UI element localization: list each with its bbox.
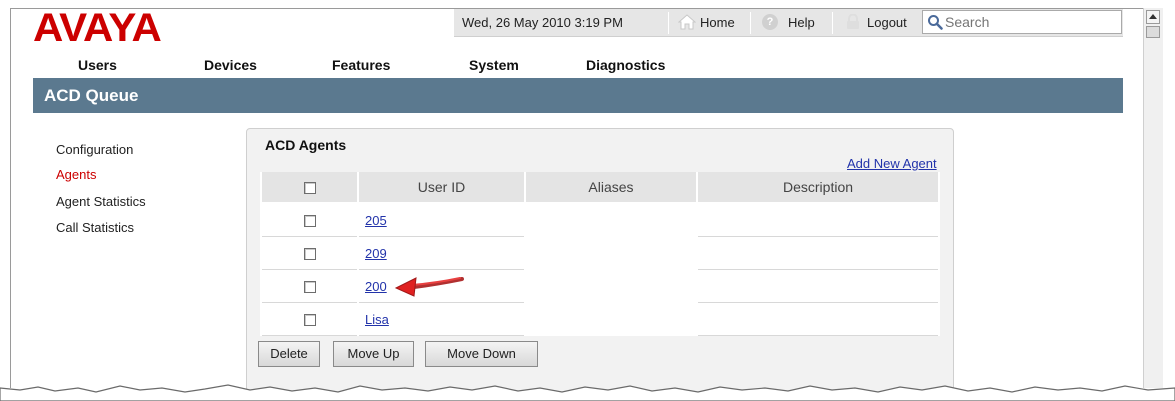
divider: [668, 12, 669, 34]
move-up-button[interactable]: Move Up: [333, 341, 414, 367]
row-checkbox[interactable]: [303, 314, 316, 327]
column-header-description: Description: [698, 172, 938, 204]
delete-button[interactable]: Delete: [258, 341, 320, 367]
nav-diagnostics[interactable]: Diagnostics: [586, 57, 665, 73]
aliases-cell: [526, 237, 696, 270]
nav-devices[interactable]: Devices: [204, 57, 257, 73]
left-menu-configuration[interactable]: Configuration: [56, 142, 133, 157]
aliases-cell: [526, 270, 696, 303]
panel-title: ACD Agents: [265, 137, 347, 153]
move-down-button[interactable]: Move Down: [425, 341, 538, 367]
nav-features[interactable]: Features: [332, 57, 390, 73]
user-id-link[interactable]: 205: [365, 213, 387, 228]
user-id-link[interactable]: 200: [365, 279, 387, 294]
home-link[interactable]: Home: [700, 9, 735, 37]
select-all-header[interactable]: [262, 172, 357, 204]
vertical-scrollbar[interactable]: [1143, 8, 1163, 388]
user-id-cell: 209: [359, 237, 524, 270]
row-select-cell[interactable]: [262, 270, 357, 303]
description-cell: [698, 303, 938, 336]
help-link[interactable]: Help: [788, 9, 815, 37]
row-select-cell[interactable]: [262, 303, 357, 336]
description-cell: [698, 204, 938, 237]
row-checkbox[interactable]: [303, 215, 316, 228]
column-header-aliases: Aliases: [526, 172, 696, 204]
nav-users[interactable]: Users: [78, 57, 117, 73]
nav-system[interactable]: System: [469, 57, 519, 73]
current-datetime: Wed, 26 May 2010 3:19 PM: [462, 15, 623, 30]
select-all-checkbox[interactable]: [303, 182, 316, 195]
user-id-cell: Lisa: [359, 303, 524, 336]
home-icon[interactable]: [678, 14, 696, 30]
section-header-bar: [33, 78, 1123, 113]
description-cell: [698, 237, 938, 270]
add-new-agent-link[interactable]: Add New Agent: [847, 156, 937, 171]
column-header-user-id: User ID: [359, 172, 524, 204]
table-header-row: User ID Aliases Description: [262, 172, 938, 204]
divider: [750, 12, 751, 34]
lock-icon: [847, 14, 859, 29]
aliases-cell: [526, 204, 696, 237]
left-menu-agents[interactable]: Agents: [56, 167, 96, 182]
scrollbar-thumb[interactable]: [1146, 26, 1160, 38]
table-row: 209: [262, 237, 938, 270]
arrow-annotation-icon: [394, 277, 464, 297]
row-select-cell[interactable]: [262, 204, 357, 237]
scroll-up-icon[interactable]: [1146, 10, 1160, 24]
agents-table: User ID Aliases Description 205 209 200 …: [260, 172, 940, 336]
left-menu-call-statistics[interactable]: Call Statistics: [56, 220, 134, 235]
row-checkbox[interactable]: [303, 248, 316, 261]
description-cell: [698, 270, 938, 303]
user-id-link[interactable]: Lisa: [365, 312, 389, 327]
search-icon[interactable]: [927, 14, 943, 30]
table-row: Lisa: [262, 303, 938, 336]
search-input[interactable]: [945, 12, 1115, 32]
logout-link[interactable]: Logout: [867, 9, 907, 37]
table-row: 205: [262, 204, 938, 237]
page-title: ACD Queue: [44, 86, 139, 105]
divider: [832, 12, 833, 34]
row-select-cell[interactable]: [262, 237, 357, 270]
help-icon[interactable]: ?: [762, 14, 778, 30]
user-id-link[interactable]: 209: [365, 246, 387, 261]
avaya-logo: AVAYA: [33, 6, 162, 50]
torn-edge-decoration: [0, 384, 1175, 401]
user-id-cell: 205: [359, 204, 524, 237]
aliases-cell: [526, 303, 696, 336]
table-row: 200: [262, 270, 938, 303]
left-menu-agent-statistics[interactable]: Agent Statistics: [56, 194, 146, 209]
row-checkbox[interactable]: [303, 281, 316, 294]
